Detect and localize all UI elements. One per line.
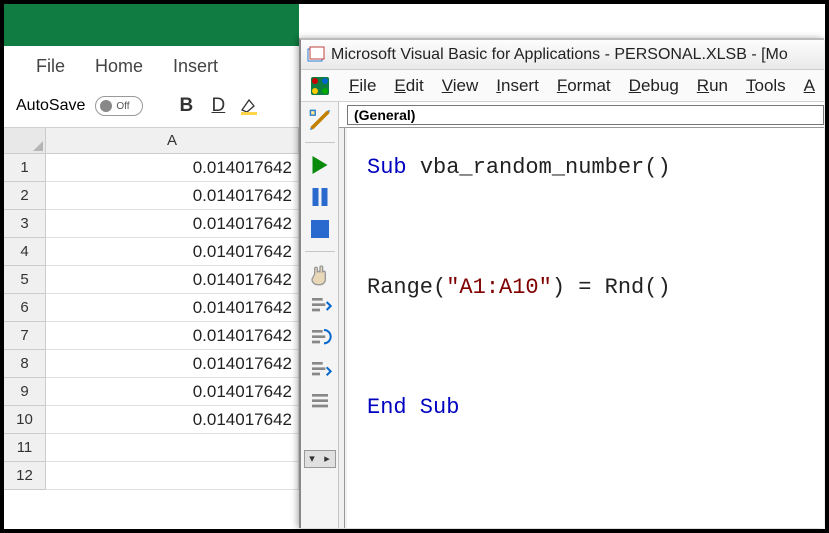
grid-row: 10.014017642 [4, 154, 299, 182]
grid-row: 80.014017642 [4, 350, 299, 378]
step-over-icon[interactable] [308, 326, 332, 350]
object-dropdown-value: (General) [354, 107, 415, 123]
menu-format[interactable]: Format [557, 76, 611, 96]
grid-row: 50.014017642 [4, 266, 299, 294]
grid-row: 11 [4, 434, 299, 462]
fill-color-icon[interactable] [239, 97, 259, 115]
grid-row: 40.014017642 [4, 238, 299, 266]
select-all-corner[interactable] [4, 128, 46, 154]
menu-tools[interactable]: Tools [746, 76, 786, 96]
excel-window: File Home Insert AutoSave Off B D A 10.0… [4, 4, 299, 529]
menu-file[interactable]: File [349, 76, 376, 96]
grid-row: 20.014017642 [4, 182, 299, 210]
step-out-icon[interactable] [308, 358, 332, 382]
grid-row: 90.014017642 [4, 378, 299, 406]
row-header[interactable]: 12 [4, 462, 46, 490]
cell[interactable]: 0.014017642 [46, 182, 299, 210]
run-icon[interactable] [308, 153, 332, 177]
cell[interactable]: 0.014017642 [46, 378, 299, 406]
cell[interactable] [46, 462, 299, 490]
view-toggle[interactable]: ▾▸ [304, 450, 336, 468]
underline-button[interactable]: D [207, 95, 229, 117]
range-arg: "A1:A10" [446, 275, 552, 300]
vba-window: Microsoft Visual Basic for Applications … [299, 38, 824, 528]
grid-row: 70.014017642 [4, 322, 299, 350]
row-header[interactable]: 9 [4, 378, 46, 406]
ribbon-tab-home[interactable]: Home [95, 56, 143, 77]
vba-app-icon [307, 46, 325, 64]
menu-addins[interactable]: A [804, 76, 815, 96]
cell[interactable]: 0.014017642 [46, 210, 299, 238]
cell[interactable]: 0.014017642 [46, 266, 299, 294]
keyword-sub: Sub [367, 155, 407, 180]
menu-insert[interactable]: Insert [496, 76, 539, 96]
vba-titlebar: Microsoft Visual Basic for Applications … [301, 40, 824, 70]
row-header[interactable]: 5 [4, 266, 46, 294]
menu-edit[interactable]: Edit [394, 76, 423, 96]
menu-view[interactable]: View [442, 76, 479, 96]
grid-row: 12 [4, 462, 299, 490]
procedure-selector-bar: (General) [339, 102, 824, 128]
cell[interactable]: 0.014017642 [46, 322, 299, 350]
cell[interactable]: 0.014017642 [46, 406, 299, 434]
vba-debug-toolbar: ▾▸ [301, 102, 339, 528]
grid-row: 100.014017642 [4, 406, 299, 434]
step-into-icon[interactable] [308, 294, 332, 318]
autosave-state: Off [116, 101, 129, 112]
bold-button[interactable]: B [175, 95, 197, 117]
ribbon-tab-file[interactable]: File [36, 56, 65, 77]
vba-title-text: Microsoft Visual Basic for Applications … [331, 46, 788, 64]
excel-ribbon-tabs: File Home Insert [4, 46, 299, 89]
fn-range: Range [367, 275, 433, 300]
design-mode-icon[interactable] [308, 108, 332, 132]
stop-icon[interactable] [308, 217, 332, 241]
hand-icon[interactable] [308, 262, 332, 286]
excel-titlebar [4, 4, 299, 46]
cell[interactable]: 0.014017642 [46, 238, 299, 266]
breakpoint-list-icon[interactable] [308, 390, 332, 414]
row-header[interactable]: 8 [4, 350, 46, 378]
cell[interactable] [46, 434, 299, 462]
spreadsheet-grid[interactable]: A 10.01401764220.01401764230.01401764240… [4, 128, 299, 490]
excel-toolbar: AutoSave Off B D [4, 89, 299, 128]
row-header[interactable]: 6 [4, 294, 46, 322]
row-header[interactable]: 4 [4, 238, 46, 266]
cell[interactable]: 0.014017642 [46, 350, 299, 378]
column-header-a[interactable]: A [46, 128, 299, 154]
row-header[interactable]: 10 [4, 406, 46, 434]
keyword-end-sub: End Sub [367, 395, 459, 420]
object-dropdown[interactable]: (General) [347, 105, 824, 125]
menu-debug[interactable]: Debug [629, 76, 679, 96]
row-header[interactable]: 7 [4, 322, 46, 350]
pause-icon[interactable] [308, 185, 332, 209]
grid-row: 60.014017642 [4, 294, 299, 322]
ribbon-tab-insert[interactable]: Insert [173, 56, 218, 77]
menu-run[interactable]: Run [697, 76, 728, 96]
code-editor[interactable]: Sub vba_random_number() Range("A1:A10") … [339, 128, 824, 528]
row-header[interactable]: 1 [4, 154, 46, 182]
fn-rnd: Rnd [605, 275, 645, 300]
sub-name: vba_random_number [420, 155, 644, 180]
row-header[interactable]: 11 [4, 434, 46, 462]
cell[interactable]: 0.014017642 [46, 294, 299, 322]
autosave-toggle[interactable]: Off [95, 96, 143, 116]
row-header[interactable]: 2 [4, 182, 46, 210]
autosave-label: AutoSave [16, 97, 85, 115]
row-header[interactable]: 3 [4, 210, 46, 238]
excel-app-icon[interactable] [309, 75, 331, 97]
vba-menubar: File Edit View Insert Format Debug Run T… [301, 70, 824, 102]
cell[interactable]: 0.014017642 [46, 154, 299, 182]
grid-row: 30.014017642 [4, 210, 299, 238]
